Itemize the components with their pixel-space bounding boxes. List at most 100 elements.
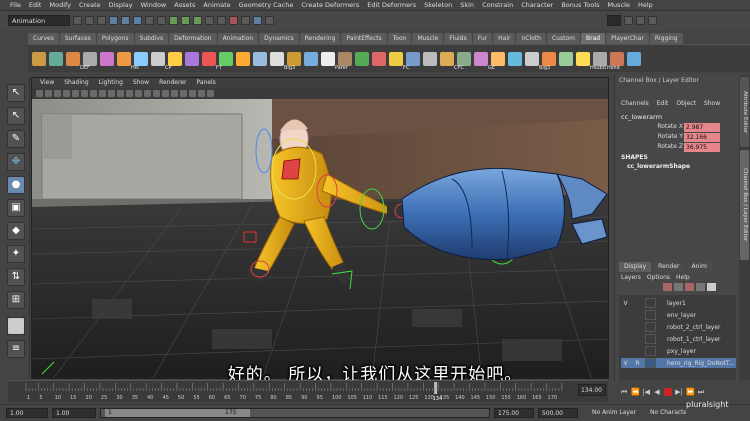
menu-help[interactable]: Help xyxy=(676,274,690,281)
shelf-tool-icon[interactable] xyxy=(236,51,250,66)
shelf-tool-icon[interactable]: CP xyxy=(165,51,182,71)
menu-window[interactable]: Window xyxy=(137,1,171,9)
menu-edit[interactable]: Edit xyxy=(25,1,46,9)
menu-edit-deformers[interactable]: Edit Deformers xyxy=(363,1,420,9)
shelf-tool-icon[interactable]: Big3 xyxy=(284,51,301,71)
mask-icon[interactable] xyxy=(145,16,154,25)
menu-layers[interactable]: Layers xyxy=(621,274,641,281)
channel-row[interactable]: Rotate Z 36.975 xyxy=(615,143,740,152)
range-slider[interactable]: 1 175 xyxy=(100,408,490,418)
rotate-tool-icon[interactable]: ● xyxy=(7,176,25,194)
step-forward-key-icon[interactable]: ▶| xyxy=(675,388,683,396)
shelf-tab-dynamics[interactable]: Dynamics xyxy=(259,33,299,44)
shelf-tool-icon[interactable] xyxy=(474,51,488,66)
xray-icon[interactable] xyxy=(207,90,214,97)
layout-four-icon[interactable]: ⊞ xyxy=(7,291,25,309)
channel-row[interactable]: Rotate Y 32.166 xyxy=(615,133,740,142)
layout-single-icon[interactable]: ⇅ xyxy=(7,268,25,286)
input-line-icon[interactable] xyxy=(265,16,274,25)
character-set-selector[interactable]: No Character Set xyxy=(650,408,686,418)
shelf-tool-icon[interactable] xyxy=(185,51,199,66)
menu-assets[interactable]: Assets xyxy=(170,1,199,9)
menu-skeleton[interactable]: Skeleton xyxy=(420,1,456,9)
shelf-tool-icon[interactable] xyxy=(270,51,284,66)
layer-row[interactable]: Vlayer1 xyxy=(621,298,736,309)
shelf-tool-icon[interactable] xyxy=(202,51,216,66)
snap-curve-icon[interactable] xyxy=(181,16,190,25)
layer-row[interactable]: robot_2_ctrl_layer xyxy=(621,322,736,333)
step-forward-icon[interactable]: ⏩ xyxy=(686,388,695,396)
current-frame-field[interactable]: 134.00 xyxy=(578,384,606,396)
shelf-tool-icon[interactable] xyxy=(423,51,437,66)
menu-options[interactable]: Options xyxy=(647,274,670,281)
layer-row[interactable]: pxy_layer xyxy=(621,346,736,357)
select-camera-icon[interactable] xyxy=(36,90,43,97)
shelf-tool-icon[interactable]: Hshd xyxy=(607,51,624,71)
shelf-tool-icon[interactable] xyxy=(49,51,63,66)
viewport-menu-shading[interactable]: Shading xyxy=(59,78,93,88)
shelf-tool-icon[interactable] xyxy=(117,51,131,66)
mask-icon[interactable] xyxy=(157,16,166,25)
shelf-tab-animation[interactable]: Animation xyxy=(217,33,259,44)
shelf-tab-brad[interactable]: Brad xyxy=(580,33,606,44)
select-object-icon[interactable] xyxy=(121,16,130,25)
manipulator-icon[interactable]: ◆ xyxy=(7,222,25,240)
shadows-icon[interactable] xyxy=(189,90,196,97)
shelf-tab-painteffects[interactable]: PaintEffects xyxy=(341,33,387,44)
layer-row[interactable]: env_layer xyxy=(621,310,736,321)
film-gate-icon[interactable] xyxy=(81,90,88,97)
safe-title-icon[interactable] xyxy=(126,90,133,97)
layout-persp-icon[interactable] xyxy=(7,317,25,335)
shelf-tool-icon[interactable]: FC xyxy=(403,51,420,71)
step-back-key-icon[interactable]: |◀ xyxy=(642,388,650,396)
shelf-tool-icon[interactable]: His xyxy=(131,51,148,71)
sculpt-icon[interactable] xyxy=(253,16,262,25)
shelf-tab-rigging[interactable]: Rigging xyxy=(649,33,683,44)
layer-icon[interactable] xyxy=(685,283,694,291)
menu-bonus-tools[interactable]: Bonus Tools xyxy=(557,1,603,9)
menu-skin[interactable]: Skin xyxy=(456,1,478,9)
channel-menu-edit[interactable]: Edit xyxy=(657,100,669,109)
tab-display[interactable]: Display xyxy=(619,262,652,272)
select-hierarchy-icon[interactable] xyxy=(109,16,118,25)
select-tool-icon[interactable]: ↖ xyxy=(7,84,25,102)
wireframe-icon[interactable] xyxy=(135,90,142,97)
viewport-panel[interactable]: View Shading Lighting Show Renderer Panels xyxy=(31,77,609,379)
viewport-menu-renderer[interactable]: Renderer xyxy=(154,78,191,88)
select-component-icon[interactable] xyxy=(133,16,142,25)
viewport-menu-show[interactable]: Show xyxy=(128,78,154,88)
shelf-tab-curves[interactable]: Curves xyxy=(28,33,59,44)
shelf-tool-icon[interactable] xyxy=(321,51,335,66)
textured-icon[interactable] xyxy=(171,90,178,97)
shelf-tab-hair[interactable]: Hair xyxy=(493,33,516,44)
wireframe-on-shaded-icon[interactable] xyxy=(162,90,169,97)
shelf-tab-deformation[interactable]: Deformation xyxy=(169,33,217,44)
shelf-tab-fluids[interactable]: Fluids xyxy=(444,33,472,44)
shelf-tool-icon[interactable] xyxy=(100,51,114,66)
shelf-tab-surfaces[interactable]: Surfaces xyxy=(59,33,96,44)
channel-menu-channels[interactable]: Channels xyxy=(621,100,649,109)
shelf-tool-icon[interactable] xyxy=(66,51,80,66)
animation-end-field[interactable]: 500.00 xyxy=(538,408,578,418)
open-scene-icon[interactable] xyxy=(85,16,94,25)
grid-icon[interactable] xyxy=(72,90,79,97)
tab-render[interactable]: Render xyxy=(653,262,685,272)
tab-anim[interactable]: Anim xyxy=(686,262,712,272)
channel-menu-show[interactable]: Show xyxy=(704,100,720,109)
scale-tool-icon[interactable]: ▣ xyxy=(7,199,25,217)
shelf-tab-rendering[interactable]: Rendering xyxy=(299,33,341,44)
shelf-tool-icon[interactable] xyxy=(508,51,522,66)
shelf-tab-ncloth[interactable]: nCloth xyxy=(516,33,546,44)
move-tool-icon[interactable]: ✥ xyxy=(7,153,25,171)
layout-outliner-icon[interactable]: ≡ xyxy=(7,340,25,358)
render-settings-icon[interactable] xyxy=(241,16,250,25)
shelf-tool-icon[interactable] xyxy=(627,51,641,66)
field-chart-icon[interactable] xyxy=(108,90,115,97)
layer-icon[interactable] xyxy=(707,283,716,291)
lasso-tool-icon[interactable]: ↖ xyxy=(7,107,25,125)
shelf-tool-icon[interactable] xyxy=(372,51,386,66)
show-channel-box-icon[interactable] xyxy=(648,16,657,25)
play-backwards-icon[interactable]: ◀ xyxy=(653,388,661,396)
image-plane-icon[interactable] xyxy=(63,90,70,97)
render-icon[interactable] xyxy=(217,16,226,25)
